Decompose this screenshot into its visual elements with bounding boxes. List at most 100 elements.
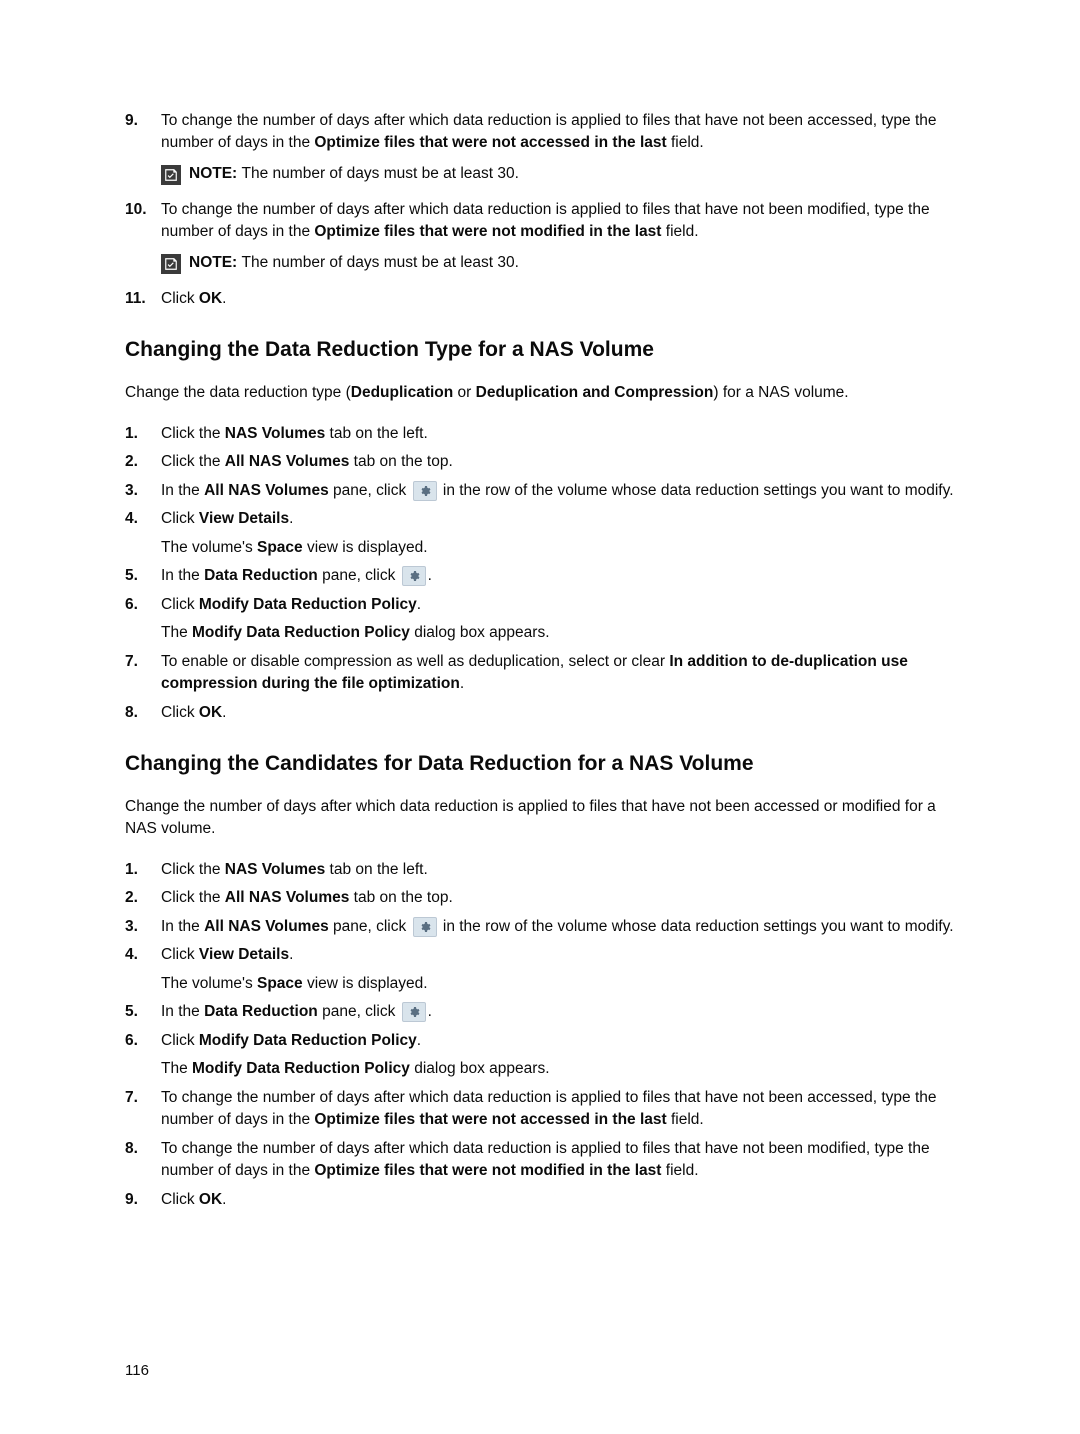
- section-a-steps: 9.To change the number of days after whi…: [125, 110, 955, 310]
- intro-b: Change the data reduction type (Deduplic…: [125, 382, 955, 404]
- text-run: pane, click: [329, 918, 411, 935]
- text-run: .: [460, 675, 464, 692]
- text-run: Click: [161, 510, 199, 527]
- bold-text: Data Reduction: [204, 567, 318, 584]
- step-text: To change the number of days after which…: [161, 1138, 955, 1183]
- text-run: dialog box appears.: [410, 624, 550, 641]
- step-item: 6.Click Modify Data Reduction Policy. The…: [125, 1030, 955, 1081]
- bold-text: All NAS Volumes: [225, 889, 350, 906]
- bold-text: All NAS Volumes: [204, 482, 329, 499]
- text-run: field.: [667, 134, 704, 151]
- step-number: 7.: [125, 651, 161, 696]
- text-run: dialog box appears.: [410, 1060, 550, 1077]
- note-text: NOTE: The number of days must be at leas…: [189, 165, 519, 183]
- text-run: Click: [161, 704, 199, 721]
- step-text: Click OK.: [161, 1189, 955, 1211]
- bold-text: Deduplication and Compression: [476, 384, 714, 401]
- bold-text: OK: [199, 704, 222, 721]
- text-run: .: [428, 1003, 432, 1020]
- step-item: 5.In the Data Reduction pane, click .: [125, 565, 955, 587]
- step-number: 1.: [125, 859, 161, 881]
- text-run: Click: [161, 946, 199, 963]
- step-text: Click OK.: [161, 702, 955, 724]
- step-item: 7.To enable or disable compression as we…: [125, 651, 955, 696]
- step-subtext: The volume's Space view is displayed.: [161, 973, 955, 995]
- step-item: 9.To change the number of days after whi…: [125, 110, 955, 155]
- text-run: The volume's: [161, 539, 257, 556]
- heading-changing-type: Changing the Data Reduction Type for a N…: [125, 338, 955, 362]
- bold-text: View Details: [199, 946, 289, 963]
- step-number: 8.: [125, 702, 161, 724]
- step-item: 1.Click the NAS Volumes tab on the left.: [125, 859, 955, 881]
- note-icon: [161, 165, 181, 185]
- step-text: Click View Details.The volume's Space vi…: [161, 508, 955, 559]
- text-run: Click: [161, 290, 199, 307]
- bold-text: All NAS Volumes: [225, 453, 350, 470]
- note-text: NOTE: The number of days must be at leas…: [189, 254, 519, 272]
- step-subtext: The Modify Data Reduction Policy dialog …: [161, 1058, 955, 1080]
- text-run: tab on the top.: [349, 453, 452, 470]
- text-run: tab on the left.: [325, 425, 428, 442]
- text-run: in the row of the volume whose data redu…: [439, 482, 954, 499]
- step-text: Click the All NAS Volumes tab on the top…: [161, 451, 955, 473]
- bold-text: Optimize files that were not modified in…: [314, 223, 661, 240]
- text-run: pane, click: [318, 567, 400, 584]
- text-run: Click the: [161, 889, 225, 906]
- step-text: Click Modify Data Reduction Policy.The M…: [161, 594, 955, 645]
- bold-text: Space: [257, 975, 303, 992]
- text-run: Click: [161, 1032, 199, 1049]
- step-item: 11.Click OK.: [125, 288, 955, 310]
- text-run: In the: [161, 567, 204, 584]
- bold-text: OK: [199, 290, 222, 307]
- text-run: To enable or disable compression as well…: [161, 653, 669, 670]
- step-item: 10.To change the number of days after wh…: [125, 199, 955, 244]
- section-b-steps: 1.Click the NAS Volumes tab on the left.…: [125, 423, 955, 724]
- text-run: .: [417, 1032, 421, 1049]
- note: NOTE: The number of days must be at leas…: [161, 165, 955, 185]
- step-item: 1.Click the NAS Volumes tab on the left.: [125, 423, 955, 445]
- step-item: 4.Click View Details.The volume's Space …: [125, 944, 955, 995]
- heading-changing-candidates: Changing the Candidates for Data Reducti…: [125, 752, 955, 776]
- bold-text: Optimize files that were not accessed in…: [314, 1111, 666, 1128]
- step-item: 9.Click OK.: [125, 1189, 955, 1211]
- step-text: In the Data Reduction pane, click .: [161, 565, 955, 587]
- bold-text: Modify Data Reduction Policy: [199, 596, 417, 613]
- text-run: view is displayed.: [303, 539, 428, 556]
- step-text: Click the NAS Volumes tab on the left.: [161, 423, 955, 445]
- text-run: .: [222, 290, 226, 307]
- bold-text: Data Reduction: [204, 1003, 318, 1020]
- step-number: 9.: [125, 110, 161, 155]
- step-text: Click the NAS Volumes tab on the left.: [161, 859, 955, 881]
- text-run: Click the: [161, 425, 225, 442]
- bold-text: Deduplication: [351, 384, 453, 401]
- step-number: 4.: [125, 508, 161, 559]
- step-text: In the Data Reduction pane, click .: [161, 1001, 955, 1023]
- step-number: 5.: [125, 1001, 161, 1023]
- step-text: To enable or disable compression as well…: [161, 651, 955, 696]
- text-run: or: [453, 384, 475, 401]
- step-number: 3.: [125, 916, 161, 938]
- step-text: To change the number of days after which…: [161, 110, 955, 155]
- text-run: The volume's: [161, 975, 257, 992]
- step-text: Click Modify Data Reduction Policy. The M…: [161, 1030, 955, 1081]
- step-number: 8.: [125, 1138, 161, 1183]
- text-run: .: [222, 1191, 226, 1208]
- bold-text: NAS Volumes: [225, 425, 326, 442]
- bold-text: Modify Data Reduction Policy: [199, 1032, 417, 1049]
- step-number: 2.: [125, 451, 161, 473]
- section-c-steps: 1.Click the NAS Volumes tab on the left.…: [125, 859, 955, 1211]
- note: NOTE: The number of days must be at leas…: [161, 254, 955, 274]
- step-item: 6.Click Modify Data Reduction Policy.The…: [125, 594, 955, 645]
- text-run: In the: [161, 1003, 204, 1020]
- step-item: 4.Click View Details.The volume's Space …: [125, 508, 955, 559]
- step-item: 3.In the All NAS Volumes pane, click in …: [125, 480, 955, 502]
- page-number: 116: [125, 1362, 149, 1379]
- step-number: 4.: [125, 944, 161, 995]
- text-run: tab on the left.: [325, 861, 428, 878]
- gear-icon: [402, 566, 426, 586]
- text-run: The: [161, 624, 192, 641]
- text-run: Change the data reduction type (: [125, 384, 351, 401]
- step-number: 6.: [125, 1030, 161, 1081]
- step-subtext: The volume's Space view is displayed.: [161, 537, 955, 559]
- step-number: 7.: [125, 1087, 161, 1132]
